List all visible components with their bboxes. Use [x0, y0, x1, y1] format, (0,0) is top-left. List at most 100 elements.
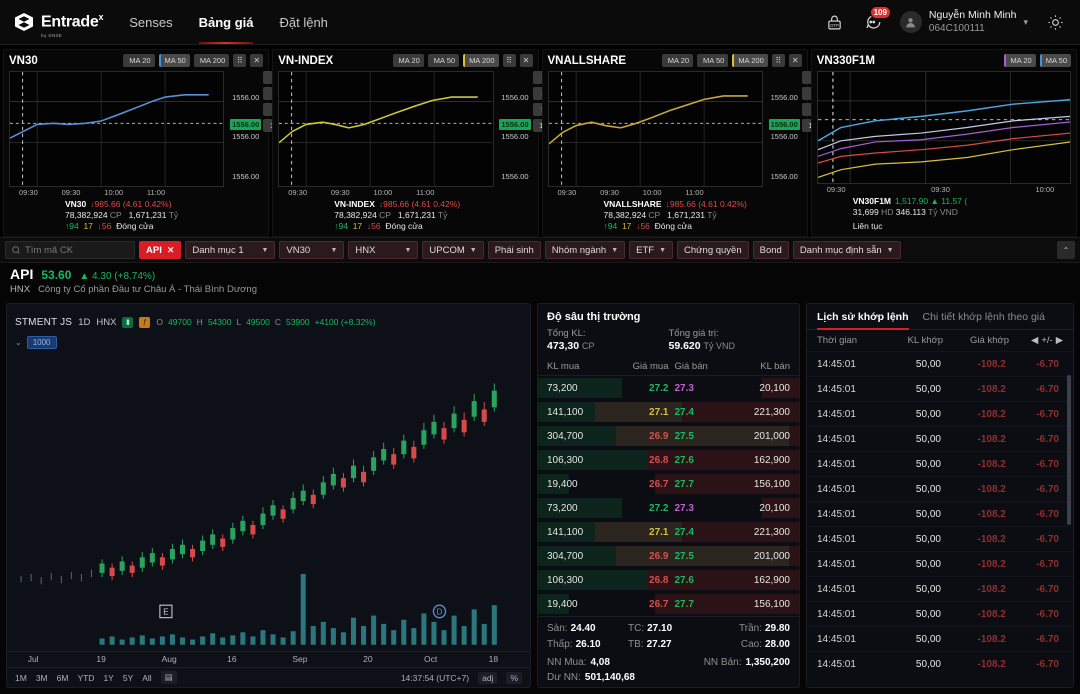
depth-row[interactable]: 19,40026.727.7156,100	[538, 592, 799, 616]
indicator-icon[interactable]: ƒ	[139, 317, 150, 328]
filter-chip-nhom-nganh[interactable]: Nhóm ngành▼	[545, 241, 625, 259]
order-history-row[interactable]: 14:45:0150,00-108.2-6.70	[807, 651, 1073, 676]
ma20-button[interactable]: MA 20	[123, 54, 154, 67]
indicator-value-badge[interactable]: 1000	[27, 336, 57, 349]
close-icon[interactable]: ✕	[250, 54, 263, 67]
range-1y-button[interactable]: 1Y	[103, 673, 113, 683]
chevron-left-icon[interactable]: ◀	[1031, 335, 1038, 346]
filter-chip-etf[interactable]: ETF▼	[629, 241, 673, 259]
order-history-row[interactable]: 14:45:0150,00-108.2-6.70	[807, 551, 1073, 576]
ma200-button[interactable]: MA 200	[732, 54, 767, 67]
depth-row[interactable]: 304,70026.927.5201,000	[538, 424, 799, 448]
candle-style-icon[interactable]: ▮	[122, 317, 133, 328]
expand-icon[interactable]: ⠿	[503, 54, 516, 67]
ma20-button[interactable]: MA 20	[393, 54, 424, 67]
index-sparkline[interactable]	[817, 71, 1071, 184]
foreign-trading-grid: NN Mua:4,08 NN Bán:1,350,200 Dư NN:501,1…	[538, 654, 799, 694]
depth-row[interactable]: 73,20027.227.320,100	[538, 496, 799, 520]
depth-row[interactable]: 106,30026.827.6162,900	[538, 448, 799, 472]
candlestick-plot[interactable]: E D	[7, 349, 530, 651]
filter-chip-danh-muc-dinh-san[interactable]: Danh mục định sẵn▼	[793, 241, 901, 259]
expand-icon[interactable]: ⠿	[772, 54, 785, 67]
order-history-row[interactable]: 14:45:0150,00-108.2-6.70	[807, 526, 1073, 551]
order-history-row[interactable]: 14:45:0150,00-108.2-6.70	[807, 476, 1073, 501]
filter-chip-vn30[interactable]: VN30▼	[279, 241, 344, 259]
filter-chip-bond[interactable]: Bond	[753, 241, 789, 259]
order-history-row[interactable]: 14:45:0150,00-108.2-6.70	[807, 576, 1073, 601]
order-history-row[interactable]: 14:45:0150,00-108.2-6.70	[807, 426, 1073, 451]
ma20-button[interactable]: MA 20	[1004, 54, 1035, 67]
chevron-right-icon[interactable]: ▶	[1056, 335, 1063, 346]
filter-chip-upcom[interactable]: UPCOM▼	[422, 241, 483, 259]
order-history-row[interactable]: 14:45:0150,00-108.2-6.70	[807, 451, 1073, 476]
search-input[interactable]: Tìm mã CK	[5, 241, 135, 259]
order-history-row[interactable]: 14:45:0150,00-108.2-6.70	[807, 501, 1073, 526]
depth-row[interactable]: 304,70026.927.5201,000	[538, 544, 799, 568]
index-sparkline[interactable]: 1556.00 1556.00 1556.00 1556.00	[278, 71, 493, 187]
close-icon[interactable]: ✕	[789, 54, 802, 67]
index-sparkline[interactable]: 1556.00 1556.00 1556.00 1556.00	[548, 71, 763, 187]
depth-table-body: 73,20027.227.320,100141,10027.127.4221,3…	[538, 376, 799, 616]
match-volume: 50,00	[882, 434, 941, 445]
order-history-scroll[interactable]: 14:45:0150,00-108.2-6.7014:45:0150,00-10…	[807, 351, 1073, 687]
brightness-icon[interactable]	[1044, 11, 1066, 33]
depth-row[interactable]: 19,40026.727.7156,100	[538, 472, 799, 496]
expand-icon[interactable]: ⠿	[233, 54, 246, 67]
range-ytd-button[interactable]: YTD	[77, 673, 94, 683]
order-history-row[interactable]: 14:45:0150,00-108.2-6.70	[807, 351, 1073, 376]
ma200-button[interactable]: MA 200	[194, 54, 229, 67]
collapse-toggle-icon[interactable]: ⌃	[1057, 241, 1075, 259]
scrollbar[interactable]	[1067, 375, 1071, 525]
depth-row[interactable]: 141,10027.127.4221,300	[538, 400, 799, 424]
percent-toggle-button[interactable]: %	[506, 672, 522, 684]
ask-volume: 201,000	[717, 431, 800, 442]
range-3m-button[interactable]: 3M	[36, 673, 48, 683]
brand-logo[interactable]: Entradex by DNSE	[14, 12, 103, 32]
depth-row[interactable]: 141,10027.127.4221,300	[538, 520, 799, 544]
index-sparkline[interactable]: 1556.00 1556.00 1556.00 1556.00	[9, 71, 224, 187]
user-menu[interactable]: Nguyễn Minh Minh 064C100111 ▾	[900, 9, 1028, 35]
indicator-collapse-icon[interactable]: ⌄	[15, 338, 22, 347]
depth-row[interactable]: 73,20027.227.320,100	[538, 376, 799, 400]
order-history-row[interactable]: 14:45:0150,00-108.2-6.70	[807, 376, 1073, 401]
range-1m-button[interactable]: 1M	[15, 673, 27, 683]
range-6m-button[interactable]: 6M	[57, 673, 69, 683]
match-price: -108.2	[941, 484, 1006, 495]
ma200-button[interactable]: MA 200	[463, 54, 498, 67]
nav-item-bang-gia[interactable]: Bảng giá	[199, 0, 254, 44]
stat-symbol: VNALLSHARE	[604, 199, 662, 209]
filter-chip-chung-quyen[interactable]: Chứng quyền	[677, 241, 749, 259]
filter-chip-danh-muc-1[interactable]: Danh mục 1▼	[185, 241, 275, 259]
ma50-button[interactable]: MA 50	[428, 54, 459, 67]
chevron-down-icon[interactable]: ▾	[1023, 17, 1028, 28]
depth-row[interactable]: 106,30026.827.6162,900	[538, 568, 799, 592]
ask-price: 27.4	[669, 407, 717, 418]
filter-chip-phai-sinh[interactable]: Phái sinh	[488, 241, 541, 259]
ma50-button[interactable]: MA 50	[159, 54, 190, 67]
ma20-button[interactable]: MA 20	[662, 54, 693, 67]
range-5y-button[interactable]: 5Y	[123, 673, 133, 683]
order-history-row[interactable]: 14:45:0150,00-108.2-6.70	[807, 401, 1073, 426]
nav-item-dat-lenh[interactable]: Đặt lệnh	[279, 0, 327, 44]
range-all-button[interactable]: All	[142, 673, 151, 683]
calendar-icon[interactable]: ▤	[161, 671, 177, 684]
col-plus-minus[interactable]: ◀ +/- ▶	[1009, 335, 1063, 346]
close-icon[interactable]: ✕	[520, 54, 533, 67]
filter-chip-api[interactable]: API✕	[139, 241, 181, 259]
chat-icon[interactable]: 109	[862, 11, 884, 33]
close-icon[interactable]: ✕	[167, 245, 175, 256]
filter-chip-hnx[interactable]: HNX▼	[348, 241, 418, 259]
nav-item-senses[interactable]: Senses	[129, 0, 172, 44]
total-volume-block: Tổng KL: 473,30 CP	[547, 328, 669, 352]
col-gia-khop: Giá khớp	[943, 335, 1009, 346]
order-history-row[interactable]: 14:45:0150,00-108.2-6.70	[807, 601, 1073, 626]
tab-lich-su-khop-lenh[interactable]: Lịch sử khớp lệnh	[817, 311, 909, 329]
order-history-row[interactable]: 14:45:0150,00-108.2-6.70	[807, 626, 1073, 651]
chart-interval[interactable]: 1D	[78, 317, 90, 328]
ma50-button[interactable]: MA 50	[697, 54, 728, 67]
adj-toggle-button[interactable]: adj	[478, 672, 497, 684]
ma50-button[interactable]: MA 50	[1040, 54, 1071, 67]
high-value: 28.00	[765, 639, 790, 650]
tab-chi-tiet-khop-lenh[interactable]: Chi tiết khớp lệnh theo giá	[923, 311, 1045, 329]
lock-otp-icon[interactable]: OTP	[824, 11, 846, 33]
